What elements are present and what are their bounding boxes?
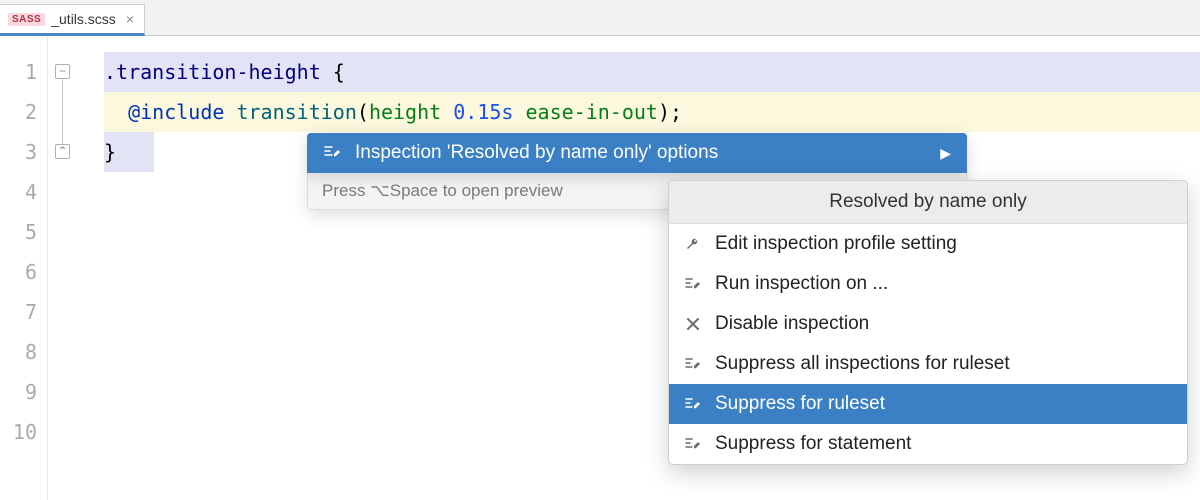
intention-submenu: Resolved by name only Edit inspection pr…: [668, 180, 1188, 465]
brace-close: }: [104, 140, 116, 164]
line-number: 5: [0, 212, 47, 252]
indent: [104, 100, 128, 124]
cross-icon: [683, 316, 703, 332]
tab-filename: _utils.scss: [51, 11, 116, 27]
menu-item-suppress-statement[interactable]: Suppress for statement: [669, 424, 1187, 464]
property-name: height: [369, 100, 441, 124]
fold-column: − ⌃: [48, 36, 104, 500]
menu-item-suppress-ruleset[interactable]: Suppress for ruleset: [669, 384, 1187, 424]
line-number: 10: [0, 412, 47, 452]
line-number: 1: [0, 52, 47, 92]
line-number: 2: [0, 92, 47, 132]
brace-open: {: [321, 60, 345, 84]
pencil-lines-icon: [323, 144, 341, 162]
easing-value: ease-in-out: [526, 100, 658, 124]
pencil-lines-icon: [683, 435, 703, 453]
wrench-icon: [683, 235, 703, 253]
menu-item-label: Suppress for statement: [715, 433, 911, 455]
line-number: 9: [0, 372, 47, 412]
mixin-name: transition: [236, 100, 356, 124]
menu-item-label: Disable inspection: [715, 313, 869, 335]
chevron-right-icon: ▶: [940, 145, 951, 162]
menu-item-label: Run inspection on ...: [715, 273, 888, 295]
menu-item-edit-profile[interactable]: Edit inspection profile setting: [669, 224, 1187, 264]
code-line-2[interactable]: @include transition(height 0.15s ease-in…: [104, 92, 1200, 132]
file-tab[interactable]: SASS _utils.scss ×: [0, 4, 145, 36]
menu-item-label: Suppress for ruleset: [715, 393, 885, 415]
css-selector: .transition-height: [104, 60, 321, 84]
pencil-lines-icon: [683, 395, 703, 413]
fold-end-icon[interactable]: ⌃: [55, 144, 70, 159]
menu-item-suppress-all[interactable]: Suppress all inspections for ruleset: [669, 344, 1187, 384]
pencil-lines-icon: [683, 355, 703, 373]
menu-item-disable-inspection[interactable]: Disable inspection: [669, 304, 1187, 344]
tab-bar: SASS _utils.scss ×: [0, 0, 1200, 36]
line-number: 3: [0, 132, 47, 172]
line-number: 4: [0, 172, 47, 212]
space: [224, 100, 236, 124]
hint-text: Press ⌥Space to open preview: [322, 181, 563, 200]
menu-item-label: Edit inspection profile setting: [715, 233, 957, 255]
paren-close: ): [658, 100, 670, 124]
space: [441, 100, 453, 124]
close-icon[interactable]: ×: [126, 11, 134, 27]
menu-item-run-inspection[interactable]: Run inspection on ...: [669, 264, 1187, 304]
paren-open: (: [357, 100, 369, 124]
line-number: 7: [0, 292, 47, 332]
code-line-1[interactable]: .transition-height {: [104, 52, 1200, 92]
semicolon: ;: [670, 100, 682, 124]
intention-popup[interactable]: Inspection 'Resolved by name only' optio…: [307, 133, 967, 173]
gutter: 1 2 3 4 5 6 7 8 9 10: [0, 36, 48, 500]
line-number: 6: [0, 252, 47, 292]
sass-file-icon: SASS: [8, 13, 45, 26]
menu-item-label: Suppress all inspections for ruleset: [715, 353, 1010, 375]
intention-label: Inspection 'Resolved by name only' optio…: [355, 142, 718, 164]
pencil-run-icon: [683, 275, 703, 293]
at-keyword: @include: [128, 100, 224, 124]
space: [513, 100, 525, 124]
fold-toggle-icon[interactable]: −: [55, 64, 70, 79]
submenu-header: Resolved by name only: [669, 181, 1187, 224]
duration-value: 0.15s: [453, 100, 513, 124]
line-number: 8: [0, 332, 47, 372]
